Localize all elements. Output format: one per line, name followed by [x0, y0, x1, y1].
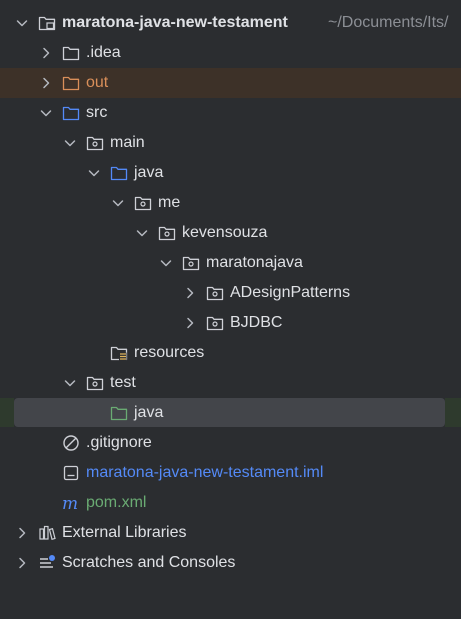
- tree-label-test: test: [110, 374, 136, 391]
- tree-label-me: me: [158, 194, 181, 211]
- chevron-down-icon[interactable]: [62, 135, 78, 151]
- tree-label-idea: .idea: [86, 44, 121, 61]
- tree-label-scratches: Scratches and Consoles: [62, 554, 236, 571]
- tree-row-idea[interactable]: .idea: [0, 38, 461, 68]
- tree-row-test[interactable]: test: [0, 368, 461, 398]
- package-folder-icon: [182, 256, 200, 271]
- package-folder-icon: [206, 286, 224, 301]
- package-folder-icon: [86, 136, 104, 151]
- tree-label-iml: maratona-java-new-testament.iml: [86, 464, 324, 481]
- tree-row-pom[interactable]: m pom.xml: [0, 488, 461, 518]
- package-folder-icon: [206, 316, 224, 331]
- tree-row-src[interactable]: src: [0, 98, 461, 128]
- tree-label-external-libraries: External Libraries: [62, 524, 187, 541]
- chevron-down-icon[interactable]: [134, 225, 150, 241]
- svg-text:m: m: [62, 494, 78, 512]
- test-folder-icon: [110, 406, 128, 421]
- tree-label-pom: pom.xml: [86, 494, 147, 511]
- tree-row-me[interactable]: me: [0, 188, 461, 218]
- tree-row-adesignpatterns[interactable]: ADesignPatterns: [0, 278, 461, 308]
- library-icon: [39, 525, 56, 541]
- chevron-down-icon[interactable]: [110, 195, 126, 211]
- tree-row-out[interactable]: out: [0, 68, 461, 98]
- chevron-down-icon[interactable]: [158, 255, 174, 271]
- chevron-right-icon[interactable]: [182, 285, 198, 301]
- tree-label-bjdbc: BJDBC: [230, 314, 283, 331]
- tree-label-main: main: [110, 134, 145, 151]
- chevron-right-icon[interactable]: [38, 45, 54, 61]
- package-folder-icon: [134, 196, 152, 211]
- tree-row-maratonajava[interactable]: maratonajava: [0, 248, 461, 278]
- tree-label-src: src: [86, 104, 108, 121]
- package-folder-icon: [86, 376, 104, 391]
- chevron-right-icon[interactable]: [14, 555, 30, 571]
- tree-label-out: out: [86, 74, 109, 91]
- folder-icon: [62, 46, 80, 61]
- package-folder-icon: [158, 226, 176, 241]
- resources-folder-icon: [110, 346, 128, 361]
- tree-label-gitignore: .gitignore: [86, 434, 152, 451]
- source-folder-icon: [110, 166, 128, 181]
- project-tree: maratona-java-new-testament ~/Documents/…: [0, 8, 461, 578]
- tree-row-gitignore[interactable]: .gitignore: [0, 428, 461, 458]
- chevron-down-icon[interactable]: [38, 105, 54, 121]
- tree-row-external-libraries[interactable]: External Libraries: [0, 518, 461, 548]
- tree-row-kevensouza[interactable]: kevensouza: [0, 218, 461, 248]
- maven-icon: m: [62, 494, 78, 512]
- excluded-folder-icon: [62, 76, 80, 91]
- tree-row-java-test[interactable]: java: [0, 398, 461, 428]
- tree-row-project-root[interactable]: maratona-java-new-testament ~/Documents/…: [0, 8, 461, 38]
- tree-label-java-main: java: [134, 164, 164, 181]
- tree-row-main[interactable]: main: [0, 128, 461, 158]
- tree-row-resources[interactable]: resources: [0, 338, 461, 368]
- project-name: maratona-java-new-testament: [62, 14, 288, 31]
- tree-row-iml[interactable]: maratona-java-new-testament.iml: [0, 458, 461, 488]
- tree-label-resources: resources: [134, 344, 205, 361]
- chevron-down-icon[interactable]: [86, 165, 102, 181]
- tree-label-adesignpatterns: ADesignPatterns: [230, 284, 351, 301]
- project-path-hint: ~/Documents/Its/: [328, 14, 449, 31]
- scratches-icon: [40, 555, 55, 568]
- chevron-right-icon[interactable]: [14, 525, 30, 541]
- chevron-right-icon[interactable]: [182, 315, 198, 331]
- chevron-down-icon[interactable]: [62, 375, 78, 391]
- tree-label-kevensouza: kevensouza: [182, 224, 268, 241]
- ignore-file-icon: [63, 435, 79, 451]
- module-file-icon: [63, 465, 79, 481]
- tree-row-scratches[interactable]: Scratches and Consoles: [0, 548, 461, 578]
- tree-row-java-main[interactable]: java: [0, 158, 461, 188]
- selection-highlight: [445, 398, 461, 427]
- tree-label-maratonajava: maratonajava: [206, 254, 303, 271]
- chevron-down-icon[interactable]: [14, 15, 30, 31]
- source-folder-icon: [62, 106, 80, 121]
- tree-label-java-test: java: [134, 404, 164, 421]
- chevron-right-icon[interactable]: [38, 75, 54, 91]
- tree-row-bjdbc[interactable]: BJDBC: [0, 308, 461, 338]
- project-folder-icon: [38, 16, 56, 31]
